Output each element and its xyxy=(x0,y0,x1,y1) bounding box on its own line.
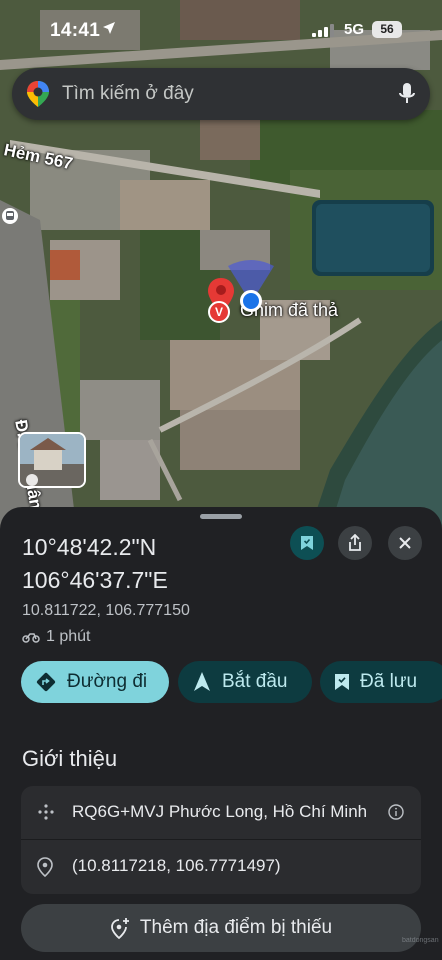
bus-icon[interactable] xyxy=(2,208,18,224)
directions-button[interactable]: Đường đi xyxy=(21,661,169,703)
coordinates-text: (10.8117218, 106.7771497) xyxy=(72,856,281,875)
mic-icon[interactable] xyxy=(398,82,416,111)
longitude-dms: 106°46'37.7"E xyxy=(22,567,168,593)
share-icon xyxy=(349,534,361,551)
add-missing-place-button[interactable]: Thêm địa điểm bị thiếu xyxy=(21,904,421,952)
bookmark-icon xyxy=(301,536,313,550)
place-sheet[interactable]: 10°48'42.2"N 106°46'37.7"E 10.811722, 10… xyxy=(0,507,442,960)
share-button[interactable] xyxy=(338,526,372,560)
watermark: batdongsan xyxy=(402,937,439,944)
my-location-dot xyxy=(240,290,262,312)
plus-code-text: RQ6G+MVJ Phước Long, Hồ Chí Minh xyxy=(72,802,368,821)
close-icon xyxy=(399,537,411,549)
saved-label: Đã lưu xyxy=(360,671,418,692)
status-bar: 14:41 5G 56 xyxy=(0,0,442,56)
battery-indicator: 56 xyxy=(372,21,402,38)
maps-pin-icon xyxy=(26,80,50,113)
pin-badge: V xyxy=(208,301,230,323)
latitude-dms: 10°48'42.2"N xyxy=(22,534,157,560)
street-view-thumbnail[interactable] xyxy=(18,432,86,488)
saved-button[interactable]: Đã lưu xyxy=(320,661,442,703)
decimal-coordinates: 10.811722, 106.777150 xyxy=(22,602,190,619)
add-location-icon xyxy=(110,918,129,939)
bookmark-icon xyxy=(335,674,349,690)
directions-label: Đường đi xyxy=(67,671,148,692)
start-button[interactable]: Bắt đầu xyxy=(178,661,312,703)
network-type: 5G xyxy=(344,21,365,38)
coordinates-row[interactable]: (10.8117218, 106.7771497) xyxy=(21,840,421,894)
map-view[interactable]: 14:41 5G 56 Tìm kiếm ở đây Hẻm 567 Đ. Xu… xyxy=(0,0,442,560)
search-bar[interactable] xyxy=(12,68,430,120)
sheet-drag-handle[interactable] xyxy=(200,514,242,519)
directions-icon xyxy=(36,672,56,692)
about-card: RQ6G+MVJ Phước Long, Hồ Chí Minh (10.811… xyxy=(21,786,421,894)
status-time: 14:41 xyxy=(50,20,101,41)
navigate-arrow-icon xyxy=(194,672,210,691)
travel-time: 1 phút xyxy=(22,628,90,646)
motorbike-icon xyxy=(22,633,40,643)
info-icon[interactable] xyxy=(388,804,404,825)
add-place-label: Thêm địa điểm bị thiếu xyxy=(139,917,333,938)
plus-code-icon xyxy=(37,803,55,826)
search-input[interactable] xyxy=(62,68,382,120)
location-pin-icon xyxy=(37,857,53,882)
save-bookmark-button[interactable] xyxy=(290,526,324,560)
close-button[interactable] xyxy=(388,526,422,560)
about-title: Giới thiệu xyxy=(22,746,118,771)
travel-time-text: 1 phút xyxy=(46,628,91,645)
plus-code-row[interactable]: RQ6G+MVJ Phước Long, Hồ Chí Minh xyxy=(21,786,421,840)
signal-icon xyxy=(312,24,334,42)
start-label: Bắt đầu xyxy=(222,671,288,692)
location-arrow-icon xyxy=(102,21,116,40)
